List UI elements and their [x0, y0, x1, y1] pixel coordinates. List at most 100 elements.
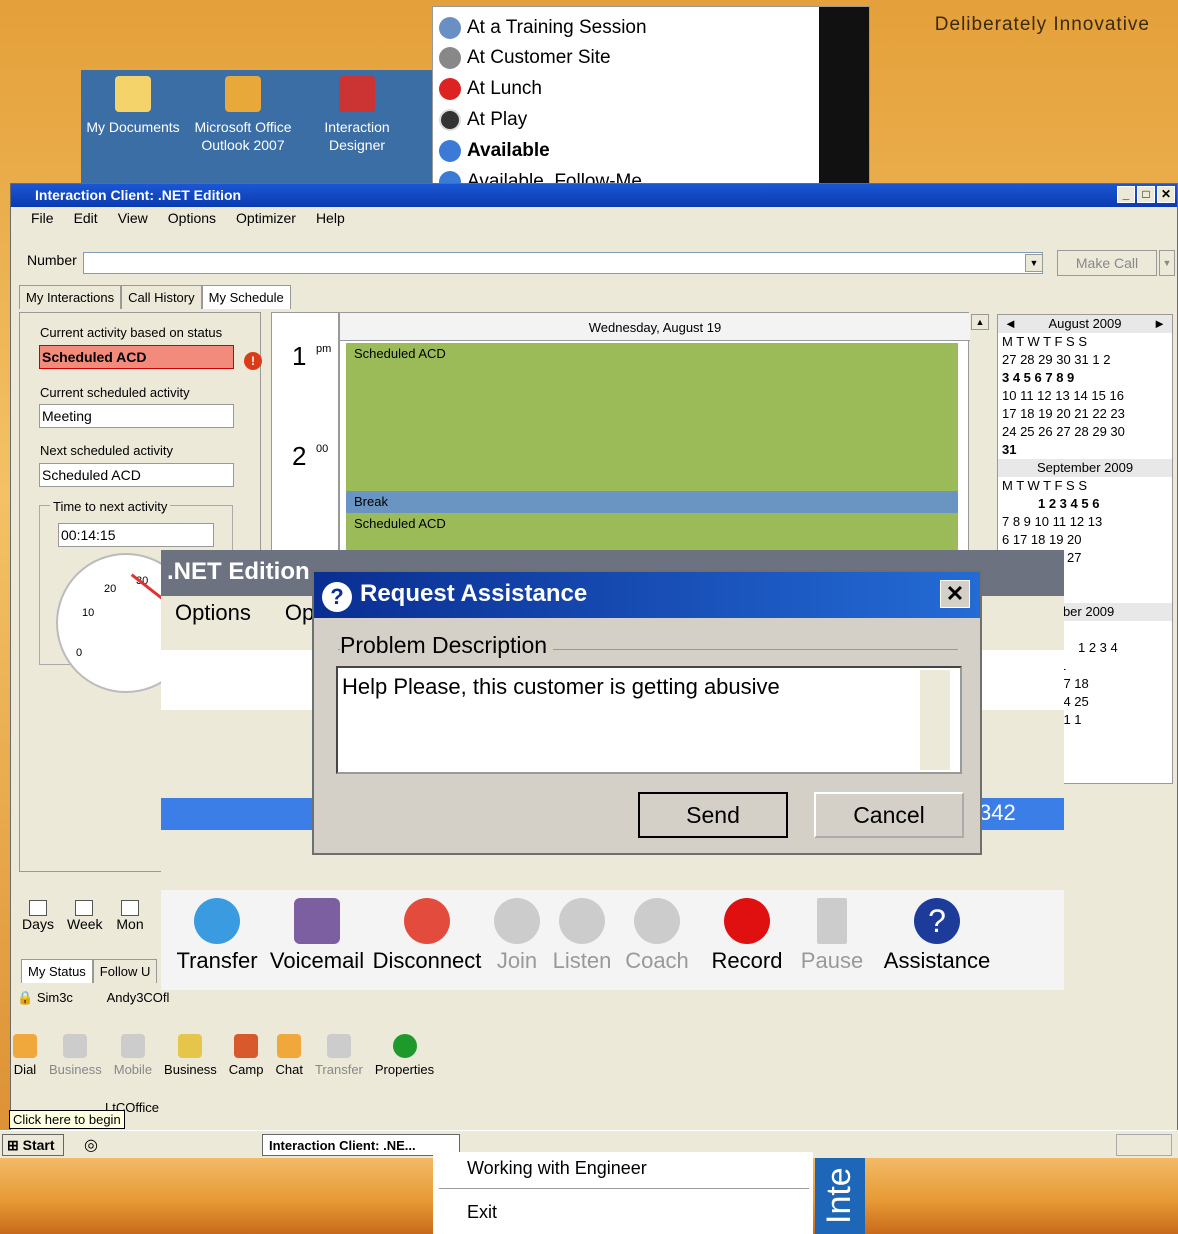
transfer-call-button[interactable]: Transfer	[167, 890, 267, 990]
tab-call-history[interactable]: Call History	[121, 285, 202, 309]
menu-file[interactable]: File	[31, 210, 54, 234]
cancel-button[interactable]: Cancel	[814, 792, 964, 838]
transfer-arrow-icon	[326, 1034, 351, 1058]
cal-row[interactable]: 1 2 3 4 5 6	[998, 495, 1172, 513]
training-icon	[439, 17, 461, 39]
status-menu-bottom: Working with Engineer Exit	[433, 1152, 813, 1234]
status-play[interactable]: At Play	[439, 105, 527, 135]
minimize-button[interactable]: _	[1117, 186, 1135, 203]
quick-launch-ie-icon[interactable]: ◎	[84, 1135, 98, 1155]
listen-button[interactable]: Listen	[547, 890, 617, 990]
join-button[interactable]: Join	[487, 890, 547, 990]
status-available[interactable]: Available	[439, 136, 550, 166]
menu-divider	[439, 1188, 809, 1189]
menu-bar: File Edit View Options Optimizer Help	[11, 210, 345, 234]
gauge-label-20: 20	[104, 583, 117, 595]
maximize-button[interactable]: □	[1137, 186, 1155, 203]
desktop-icon-my-documents[interactable]: My Documents	[83, 76, 183, 136]
tab-my-interactions[interactable]: My Interactions	[19, 285, 122, 309]
schedule-block-acd-2[interactable]: Scheduled ACD	[346, 513, 958, 553]
business-button[interactable]: Business	[49, 1034, 102, 1092]
number-input[interactable]	[83, 252, 1043, 274]
desktop: My Documents Microsoft Office Outlook 20…	[81, 70, 441, 185]
listen-icon	[559, 898, 605, 944]
question-icon: ?	[322, 582, 352, 612]
coach-button[interactable]: Coach	[617, 890, 697, 990]
disconnect-button[interactable]: Disconnect	[367, 890, 487, 990]
cal-next-icon[interactable]: ►	[1153, 315, 1166, 333]
lock-icon: 🔒	[17, 990, 34, 1005]
send-button[interactable]: Send	[638, 792, 788, 838]
taskbar-item-interaction-client[interactable]: Interaction Client: .NE...	[262, 1134, 460, 1156]
cal-row[interactable]: 10 11 12 13 14 15 16	[998, 387, 1172, 405]
tab-my-status[interactable]: My Status	[21, 959, 93, 983]
cal-row[interactable]: 31	[998, 441, 1172, 459]
menu-view[interactable]: View	[118, 210, 148, 234]
business-button-2[interactable]: Business	[164, 1034, 217, 1092]
textarea-scrollbar[interactable]	[920, 670, 950, 770]
view-month-button[interactable]: Mon	[113, 900, 147, 932]
number-label: Number	[27, 252, 77, 268]
menu-optimizer[interactable]: Optimizer	[236, 210, 296, 234]
menu-exit[interactable]: Exit	[467, 1202, 497, 1223]
assistance-button[interactable]: ? Assistance	[867, 890, 1007, 990]
status-available-follow-me[interactable]: Available, Follow-Me	[439, 167, 642, 183]
current-status-field: Scheduled ACD	[39, 345, 234, 369]
zoomed-menu: Options Op	[175, 600, 314, 626]
number-dropdown[interactable]: ▼	[1025, 254, 1043, 272]
cal-row[interactable]: 6 17 18 19 20	[998, 531, 1172, 549]
make-call-dropdown[interactable]: ▼	[1159, 250, 1175, 276]
dialog-close-button[interactable]: ✕	[940, 580, 970, 608]
schedule-scroll-up[interactable]: ▲	[971, 314, 989, 330]
record-button[interactable]: Record	[697, 890, 797, 990]
properties-button[interactable]: Properties	[375, 1034, 434, 1092]
cal-row[interactable]: 17 18 19 20 21 22 23	[998, 405, 1172, 423]
status-training[interactable]: At a Training Session	[439, 13, 647, 43]
day-header: Wednesday, August 19	[340, 313, 970, 341]
camp-button[interactable]: Camp	[229, 1034, 263, 1092]
cal-row[interactable]: 7 8 9 10 11 12 13	[998, 513, 1172, 531]
hour-2-suffix: 00	[316, 443, 329, 455]
view-days-button[interactable]: Days	[21, 900, 55, 932]
schedule-block-acd[interactable]: Scheduled ACD	[346, 343, 958, 491]
status-lunch[interactable]: At Lunch	[439, 74, 542, 104]
dial-icon	[13, 1034, 37, 1058]
background-text: Inte	[815, 1158, 865, 1234]
dial-button[interactable]: Dial	[13, 1034, 37, 1092]
status-working-with-engineer[interactable]: Working with Engineer	[467, 1158, 647, 1179]
voicemail-button[interactable]: Voicemail	[267, 890, 367, 990]
desktop-icon-outlook[interactable]: Microsoft Office Outlook 2007	[193, 76, 293, 154]
menu-edit[interactable]: Edit	[74, 210, 98, 234]
cal-row[interactable]: 3 4 5 6 7 8 9	[998, 369, 1172, 387]
desktop-icon-interaction-designer[interactable]: Interaction Designer	[307, 76, 407, 154]
cal-row[interactable]: 27 28 29 30 31 1 2	[998, 351, 1172, 369]
pause-button[interactable]: Pause	[797, 890, 867, 990]
help-icon: ?	[914, 898, 960, 944]
menu-shadow	[819, 7, 869, 183]
gauge-label-0: 0	[76, 647, 83, 659]
cal-row: M T W T F S S	[1002, 478, 1087, 493]
start-button[interactable]: ⊞ Start	[2, 1134, 64, 1156]
tab-my-schedule[interactable]: My Schedule	[201, 285, 291, 309]
zoomed-menu-options[interactable]: Options	[175, 600, 251, 626]
close-button[interactable]: ✕	[1157, 186, 1175, 203]
menu-options[interactable]: Options	[168, 210, 216, 234]
zoomed-menu-op[interactable]: Op	[285, 600, 314, 626]
status-customer-site[interactable]: At Customer Site	[439, 43, 611, 73]
cal-prev-icon[interactable]: ◄	[1004, 315, 1017, 333]
mobile-button[interactable]: Mobile	[114, 1034, 152, 1092]
chat-button[interactable]: Chat	[275, 1034, 303, 1092]
problem-description-textarea[interactable]: Help Please, this customer is getting ab…	[336, 666, 962, 774]
problem-description-label: Problem Description	[340, 632, 554, 659]
view-week-button[interactable]: Week	[67, 900, 103, 932]
bottom-toolbar: Dial Business Mobile Business Camp Chat …	[11, 1034, 1177, 1092]
make-call-button[interactable]: Make Call	[1057, 250, 1157, 276]
schedule-block-break[interactable]: Break	[346, 491, 958, 513]
request-assistance-dialog: ? Request Assistance ✕ Problem Descripti…	[312, 570, 982, 855]
view-switcher: Days Week Mon	[21, 900, 147, 932]
transfer-button[interactable]: Transfer	[315, 1034, 363, 1092]
tab-follow-up[interactable]: Follow U	[92, 959, 158, 983]
time-next-label: Time to next activity	[50, 499, 171, 514]
cal-row[interactable]: 24 25 26 27 28 29 30	[998, 423, 1172, 441]
menu-help[interactable]: Help	[316, 210, 345, 234]
